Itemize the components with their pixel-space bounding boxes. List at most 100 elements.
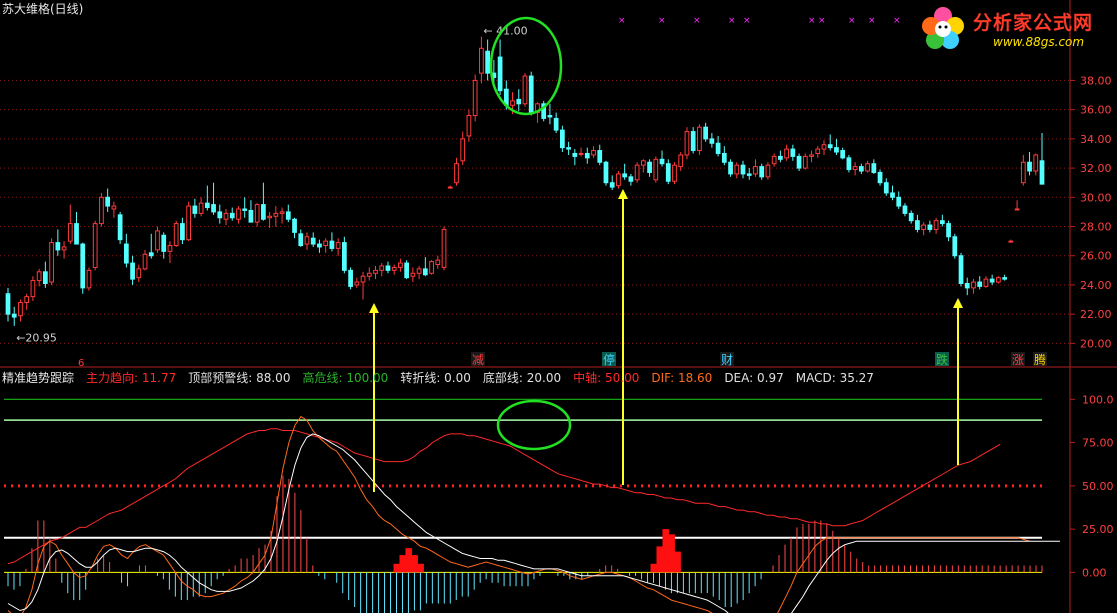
highlight-ellipse <box>496 399 572 451</box>
legend-item-value: 35.27 <box>835 371 874 385</box>
low-price-label: ←20.95 <box>16 332 57 345</box>
candle <box>161 232 167 259</box>
candle <box>946 220 951 242</box>
candle <box>584 147 590 164</box>
candle <box>391 264 397 275</box>
candle-body <box>242 208 248 211</box>
signal-text: 涨 <box>1012 352 1024 367</box>
candle <box>248 200 254 223</box>
candle <box>236 206 241 224</box>
candle-body <box>964 282 970 289</box>
fund-bar <box>650 563 657 573</box>
candle-body <box>360 275 366 283</box>
candle-body <box>454 163 459 184</box>
candle-body <box>254 204 260 223</box>
candle <box>24 293 30 310</box>
candle-body <box>304 236 310 245</box>
candle-body <box>36 271 42 282</box>
candle <box>753 159 758 177</box>
candle-body <box>5 293 11 315</box>
candle-body <box>285 211 291 220</box>
candle-body <box>204 202 210 209</box>
candle <box>279 207 285 224</box>
candle <box>1039 133 1045 185</box>
candle-body <box>659 158 665 165</box>
candle-body <box>11 313 17 318</box>
fund-bar <box>668 534 675 573</box>
candle-body <box>130 262 135 280</box>
candle-body <box>354 281 360 286</box>
legend-item: MACD: 35.27 <box>796 371 874 385</box>
candle <box>1020 154 1026 186</box>
candle <box>167 241 173 264</box>
candle <box>977 276 983 290</box>
signal-label: 减 <box>471 352 485 367</box>
candle <box>528 71 534 116</box>
candle <box>422 257 428 277</box>
legend-item: 底部线: 20.00 <box>483 371 561 385</box>
candle-body <box>778 155 783 160</box>
candle <box>746 168 752 180</box>
candle <box>659 150 665 167</box>
candle-body <box>74 223 79 245</box>
candle-body <box>827 144 833 149</box>
indicator-tick-label: 75.00 <box>1082 437 1114 450</box>
candle-body <box>740 164 746 175</box>
candle <box>148 233 154 259</box>
candle-body <box>485 50 490 74</box>
candle <box>734 162 740 179</box>
candle-body <box>236 208 241 220</box>
candle-body <box>173 223 179 247</box>
candle-body <box>603 161 609 184</box>
candle <box>865 160 870 173</box>
signal-text: 减 <box>472 353 484 367</box>
fund-bar <box>662 529 669 573</box>
candle <box>1027 152 1032 176</box>
candle <box>130 255 135 285</box>
indicator-line <box>7 433 1060 613</box>
candle-body <box>24 296 30 303</box>
candle-body <box>921 224 927 230</box>
candle-body <box>834 147 839 153</box>
candle-body <box>640 160 646 166</box>
candle-body <box>584 152 590 159</box>
legend-item: DIF: 18.60 <box>651 371 712 385</box>
candle-body <box>715 142 721 154</box>
candle <box>821 140 827 155</box>
candle <box>765 162 771 180</box>
candle-body <box>329 240 335 249</box>
legend-item-label: MACD: <box>795 371 836 385</box>
candle <box>578 147 584 157</box>
candle-body <box>18 301 23 317</box>
candle-body <box>547 114 553 118</box>
marker-cross: × <box>868 16 876 26</box>
candle <box>204 185 210 211</box>
candle <box>952 233 958 259</box>
candle <box>92 220 98 271</box>
indicator-line <box>7 428 1001 565</box>
candle-body <box>852 166 858 171</box>
candle <box>709 133 715 148</box>
candle-body <box>684 131 690 156</box>
candle <box>354 277 360 288</box>
candle-body <box>728 161 733 175</box>
candle <box>285 204 291 223</box>
candle <box>429 260 434 275</box>
candle-body <box>877 171 883 184</box>
candle <box>1008 239 1014 243</box>
candle <box>522 73 528 107</box>
candle <box>341 236 347 274</box>
candle-body <box>996 277 1001 283</box>
candle-body <box>379 265 385 271</box>
candle-body <box>846 157 852 171</box>
candle-body <box>528 75 534 114</box>
price-tick-label: 28.00 <box>1080 221 1112 234</box>
legend-item-value: 50.00 <box>601 371 640 385</box>
candle <box>186 201 192 242</box>
candle-body <box>578 152 584 155</box>
candle <box>989 274 995 285</box>
marker-cross: × <box>818 16 826 26</box>
candle-body <box>410 272 416 277</box>
marker-cross: × <box>743 16 751 26</box>
candle-body <box>697 126 702 152</box>
